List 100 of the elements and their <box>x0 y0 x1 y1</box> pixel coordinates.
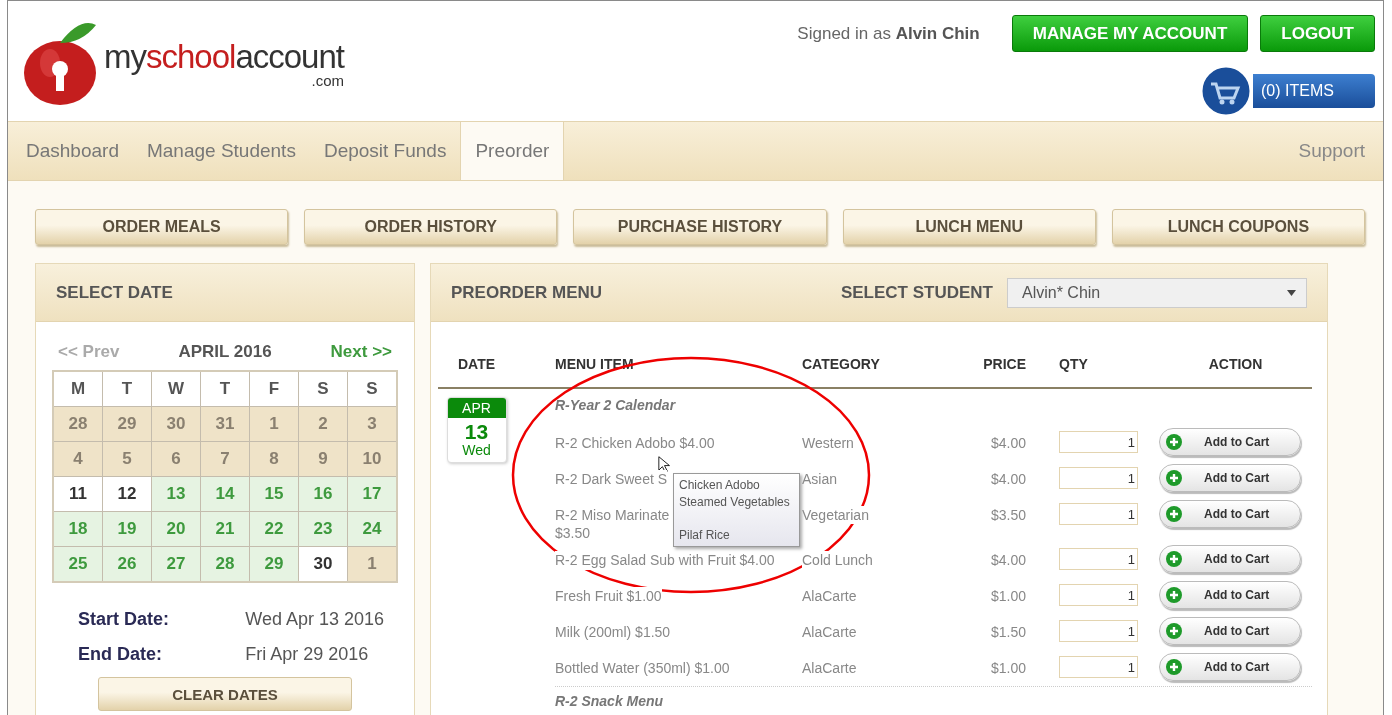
calendar-day[interactable]: 21 <box>201 512 249 546</box>
calendar-day[interactable]: 15 <box>250 477 298 511</box>
add-to-cart-button[interactable]: Add to Cart <box>1159 428 1301 456</box>
end-date-value: Fri Apr 29 2016 <box>245 644 370 665</box>
mouse-pointer-icon <box>658 456 671 473</box>
tooltip-line: Pilaf Rice <box>679 526 731 544</box>
support-link[interactable]: Support <box>1280 122 1383 180</box>
calendar-day[interactable]: 28 <box>201 547 249 581</box>
calendar-day[interactable]: 23 <box>299 512 347 546</box>
calendar-day[interactable]: 28 <box>54 407 102 441</box>
weekday-header: T <box>201 372 249 406</box>
add-to-cart-button[interactable]: Add to Cart <box>1159 545 1301 574</box>
nav-tab[interactable]: Deposit Funds <box>309 122 461 180</box>
calendar-day[interactable]: 4 <box>54 442 102 476</box>
qty-field[interactable]: 1 <box>1059 584 1138 607</box>
start-date-value: Wed Apr 13 2016 <box>245 609 384 630</box>
calendar-day[interactable]: 27 <box>152 547 200 581</box>
calendar-day[interactable]: 1 <box>348 547 396 581</box>
calendar-day[interactable]: 18 <box>54 512 102 546</box>
calendar-day[interactable]: 24 <box>348 512 396 546</box>
calendar-day[interactable]: 11 <box>54 477 102 511</box>
caret-icon <box>1287 289 1296 296</box>
nav-tab[interactable]: Dashboard <box>12 122 133 180</box>
nav-tab[interactable]: Preorder <box>460 122 565 180</box>
category-cell: Cold Lunch <box>802 551 873 570</box>
weekday-header: T <box>103 372 151 406</box>
start-date-label: Start Date: <box>78 609 170 630</box>
calendar-day[interactable]: 29 <box>250 547 298 581</box>
student-select[interactable]: Alvin* Chin <box>1007 277 1307 308</box>
calendar-day[interactable]: 8 <box>250 442 298 476</box>
column-header: ACTION <box>1207 355 1264 372</box>
add-to-cart-button[interactable]: Add to Cart <box>1159 464 1301 492</box>
calendar-day[interactable]: 31 <box>201 407 249 441</box>
plus-icon <box>1166 470 1182 486</box>
signed-in-text: Signed in as Alvin Chin <box>797 23 980 44</box>
qty-field[interactable]: 1 <box>1059 467 1138 489</box>
plus-icon <box>1166 551 1182 568</box>
calendar-day[interactable]: 14 <box>201 477 249 511</box>
column-header: DATE <box>456 355 497 372</box>
add-to-cart-button[interactable]: Add to Cart <box>1159 500 1301 528</box>
menu-button[interactable]: LUNCH MENU <box>842 209 1096 245</box>
tooltip-line: Chicken Adobo <box>679 477 761 494</box>
plus-icon <box>1166 506 1182 522</box>
header-button[interactable]: LOGOUT <box>1260 15 1375 52</box>
add-to-cart-button[interactable]: Add to Cart <box>1159 581 1301 610</box>
cart-button[interactable]: (0) ITEMS <box>1253 74 1375 108</box>
calendar-day[interactable]: 22 <box>250 512 298 546</box>
column-header: QTY <box>1059 355 1089 372</box>
month-title: APRIL 2016 <box>178 342 272 362</box>
qty-field[interactable]: 1 <box>1059 503 1138 525</box>
select-student-label: SELECT STUDENT <box>840 282 993 303</box>
panel-title: PREORDER MENU <box>451 282 603 303</box>
calendar-day[interactable]: 30 <box>152 407 200 441</box>
group-title: R-2 Snack Menu <box>555 686 1312 710</box>
logo-text: myschoolaccount .com <box>104 40 344 88</box>
calendar-day[interactable]: 19 <box>103 512 151 546</box>
header-button[interactable]: MANAGE MY ACCOUNT <box>1011 15 1249 52</box>
calendar-day[interactable]: 25 <box>54 547 102 581</box>
weekday-header: S <box>299 372 347 406</box>
calendar-day[interactable]: 9 <box>299 442 347 476</box>
plus-icon <box>1166 623 1182 640</box>
calendar-day[interactable]: 10 <box>348 442 396 476</box>
add-to-cart-button[interactable]: Add to Cart <box>1159 653 1301 682</box>
panel-title: SELECT DATE <box>56 282 173 303</box>
calendar-day[interactable]: 6 <box>152 442 200 476</box>
cart-icon <box>1199 64 1253 118</box>
calendar-day[interactable]: 20 <box>152 512 200 546</box>
menu-item-name: Milk (200ml) $1.50 <box>555 623 671 642</box>
end-date-label: End Date: <box>78 644 163 665</box>
calendar-day[interactable]: 2 <box>299 407 347 441</box>
qty-field[interactable]: 1 <box>1059 548 1138 571</box>
add-to-cart-button[interactable]: Add to Cart <box>1159 617 1301 646</box>
calendar-day[interactable]: 16 <box>299 477 347 511</box>
menu-button[interactable]: ORDER HISTORY <box>304 209 558 245</box>
calendar-day[interactable]: 7 <box>201 442 249 476</box>
qty-field[interactable]: 1 <box>1059 620 1138 643</box>
calendar-day[interactable]: 3 <box>348 407 396 441</box>
menu-button[interactable]: LUNCH COUPONS <box>1111 209 1365 245</box>
plus-icon <box>1166 434 1182 450</box>
plus-icon <box>1166 659 1182 676</box>
next-link[interactable]: Next >> <box>330 342 392 362</box>
calendar-day[interactable]: 1 <box>250 407 298 441</box>
date-badge: APR 13 Wed <box>446 397 507 463</box>
qty-field[interactable]: 1 <box>1059 656 1138 679</box>
tooltip-line: Steamed Vegetables <box>679 493 791 511</box>
calendar-day[interactable]: 5 <box>103 442 151 476</box>
menu-button[interactable]: ORDER MEALS <box>35 209 289 245</box>
calendar-day[interactable]: 12 <box>103 477 151 511</box>
calendar-day[interactable]: 13 <box>152 477 200 511</box>
menu-item-name: R-2 Egg Salad Sub with Fruit $4.00 <box>555 551 775 570</box>
calendar-day[interactable]: 30 <box>299 547 347 581</box>
calendar-day[interactable]: 17 <box>348 477 396 511</box>
nav-tab[interactable]: Manage Students <box>132 122 310 180</box>
prev-link[interactable]: << Prev <box>58 342 120 362</box>
calendar-day[interactable]: 29 <box>103 407 151 441</box>
plus-icon <box>1166 587 1182 604</box>
calendar-day[interactable]: 26 <box>103 547 151 581</box>
qty-field[interactable]: 1 <box>1059 431 1138 453</box>
clear-dates-button[interactable]: CLEAR DATES <box>98 677 352 711</box>
menu-button[interactable]: PURCHASE HISTORY <box>573 209 827 245</box>
